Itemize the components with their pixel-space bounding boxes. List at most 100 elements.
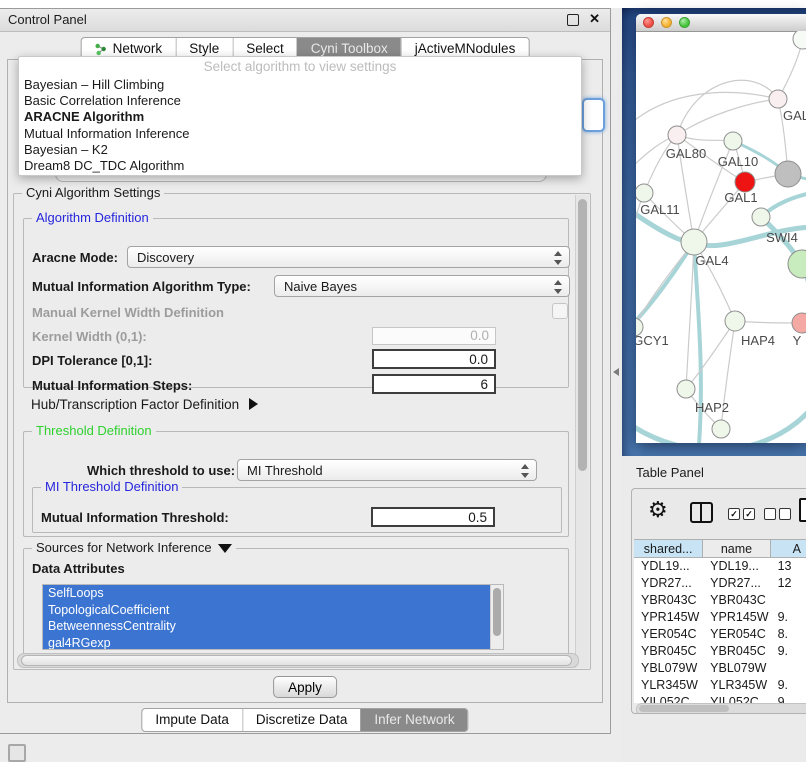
algorithm-option[interactable]: Basic Correlation Inference: [19, 93, 581, 109]
algorithm-option[interactable]: Bayesian – K2: [19, 142, 581, 158]
network-edge[interactable]: [677, 80, 778, 135]
network-edge[interactable]: [686, 242, 694, 389]
table-hscroll-thumb[interactable]: [639, 705, 729, 712]
stepper-arrows-icon: [521, 463, 529, 479]
network-node[interactable]: [775, 161, 801, 187]
splitter-collapse-arrow[interactable]: [613, 368, 619, 376]
table-row[interactable]: YLR345WYLR345W9.: [634, 677, 806, 694]
network-edge[interactable]: [636, 92, 778, 126]
gear-icon[interactable]: ⚙: [648, 497, 668, 523]
network-edge[interactable]: [686, 321, 735, 389]
table-cell: YBR043C: [634, 592, 703, 609]
column-header-name[interactable]: name: [703, 539, 770, 558]
tab-infer-network[interactable]: Infer Network: [360, 709, 467, 731]
table-row[interactable]: YDL19...YDL19...13: [634, 558, 806, 575]
network-node[interactable]: [712, 420, 730, 438]
mi-threshold-field[interactable]: 0.5: [371, 507, 495, 527]
apply-button[interactable]: Apply: [273, 676, 337, 698]
data-attributes-list[interactable]: SelfLoopsTopologicalCoefficientBetweenne…: [42, 584, 504, 650]
table-row[interactable]: YDR27...YDR27...12: [634, 575, 806, 592]
tab-impute-data[interactable]: Impute Data: [142, 709, 242, 731]
network-node[interactable]: [793, 31, 806, 49]
algorithm-definition-group: Algorithm Definition Aracne Mode: Discov…: [23, 218, 569, 388]
close-traffic-light-icon[interactable]: [643, 17, 654, 28]
sources-title[interactable]: Sources for Network Inference: [32, 540, 236, 555]
attribute-item[interactable]: TopologicalCoefficient: [43, 602, 494, 619]
mi-steps-field[interactable]: 6: [372, 374, 496, 394]
column-header-a[interactable]: A: [771, 539, 806, 558]
tab-discretize-data[interactable]: Discretize Data: [242, 709, 361, 731]
control-panel-titlebar: Control Panel ✕: [0, 9, 610, 32]
node-label: GAL80: [666, 146, 706, 161]
network-node-gal10[interactable]: [724, 132, 742, 150]
kernel-width-field[interactable]: 0.0: [372, 327, 496, 345]
settings-hscroll-thumb[interactable]: [21, 655, 572, 666]
network-node-gal4[interactable]: [681, 229, 707, 255]
settings-horizontal-scrollbar[interactable]: [17, 653, 579, 668]
aracne-mode-select[interactable]: Discovery: [127, 246, 570, 268]
node-table[interactable]: shared...nameAYDL19...YDL19...13YDR27...…: [634, 539, 806, 703]
network-node-y[interactable]: [792, 313, 806, 333]
network-node-gal11[interactable]: [636, 184, 653, 202]
network-node-gal[interactable]: [769, 90, 787, 108]
network-node-gal80[interactable]: [668, 126, 686, 144]
table-row[interactable]: YPR145WYPR145W9.: [634, 609, 806, 626]
attributes-scrollbar-thumb[interactable]: [493, 588, 501, 636]
network-canvas[interactable]: GALGAL80GAL10GAL1GAL11SWI4GAL4GCY1HAP4YH…: [636, 31, 806, 443]
table-cell: 9.: [771, 609, 806, 626]
table-row[interactable]: YIL052CYIL052C9: [634, 694, 806, 703]
table-row[interactable]: YER054CYER054C8.: [634, 626, 806, 643]
mi-type-select[interactable]: Naive Bayes: [274, 275, 570, 297]
column-header-shared[interactable]: shared...: [634, 539, 703, 558]
zoom-traffic-light-icon[interactable]: [679, 17, 690, 28]
table-cell: [771, 592, 806, 609]
table-row[interactable]: YBL079WYBL079W: [634, 660, 806, 677]
attributes-scrollbar[interactable]: [490, 585, 503, 649]
kernel-width-label: Kernel Width (0,1):: [32, 329, 147, 344]
select-all-checkboxes-icon[interactable]: ✓ ✓: [728, 508, 755, 520]
mi-steps-label: Mutual Information Steps:: [32, 378, 192, 393]
collapsed-arrow-icon: [249, 398, 258, 410]
document-icon[interactable]: [799, 498, 806, 522]
algorithm-option[interactable]: Dream8 DC_TDC Algorithm: [19, 158, 581, 174]
float-window-icon[interactable]: [567, 14, 579, 26]
node-label: Y: [793, 333, 802, 348]
cyni-task-tabs: Impute Data Discretize Data Infer Network: [141, 708, 468, 732]
network-node-hap4[interactable]: [725, 311, 745, 331]
unselect-all-checkboxes-icon[interactable]: [764, 508, 791, 520]
table-row[interactable]: YBR043CYBR043C: [634, 592, 806, 609]
network-node-swi4[interactable]: [752, 208, 770, 226]
which-threshold-select[interactable]: MI Threshold: [237, 459, 537, 481]
manual-kernel-checkbox[interactable]: [552, 303, 568, 319]
hub-definition-toggle[interactable]: Hub/Transcription Factor Definition: [31, 397, 258, 412]
attribute-item[interactable]: gal4RGexp: [43, 635, 494, 651]
attribute-item[interactable]: SelfLoops: [43, 585, 494, 602]
table-horizontal-scrollbar[interactable]: [636, 703, 806, 714]
network-node-gal1[interactable]: [735, 172, 755, 192]
algorithm-option[interactable]: Bayesian – Hill Climbing: [19, 77, 581, 93]
minimize-traffic-light-icon[interactable]: [661, 17, 672, 28]
tab-label: Discretize Data: [256, 709, 348, 731]
network-node[interactable]: [788, 250, 806, 278]
network-window[interactable]: GALGAL80GAL10GAL1GAL11SWI4GAL4GCY1HAP4YH…: [636, 14, 806, 443]
table-cell: YDL19...: [703, 558, 770, 575]
collapsed-panel-icon[interactable]: [8, 744, 26, 762]
algorithm-option[interactable]: Mutual Information Inference: [19, 126, 581, 142]
table-cell: YBR045C: [703, 643, 770, 660]
columns-icon[interactable]: [690, 502, 713, 523]
network-edge[interactable]: [636, 242, 694, 329]
network-node-hap2[interactable]: [677, 380, 695, 398]
focused-spinner-fragment[interactable]: [582, 98, 605, 132]
algorithm-option[interactable]: ARACNE Algorithm: [19, 109, 581, 125]
which-threshold-label: Which threshold to use:: [87, 463, 235, 478]
settings-vertical-scrollbar[interactable]: [575, 195, 589, 668]
close-icon[interactable]: ✕: [589, 11, 600, 27]
attribute-item[interactable]: BetweennessCentrality: [43, 618, 494, 635]
algorithm-definition-title: Algorithm Definition: [32, 210, 153, 225]
dpi-tolerance-label: DPI Tolerance [0,1]:: [32, 353, 152, 368]
unchecked-box-icon: [764, 508, 776, 520]
settings-scrollbar-thumb[interactable]: [578, 199, 587, 471]
dpi-tolerance-field[interactable]: 0.0: [372, 349, 496, 369]
table-row[interactable]: YBR045CYBR045C9.: [634, 643, 806, 660]
network-edge[interactable]: [677, 99, 778, 135]
